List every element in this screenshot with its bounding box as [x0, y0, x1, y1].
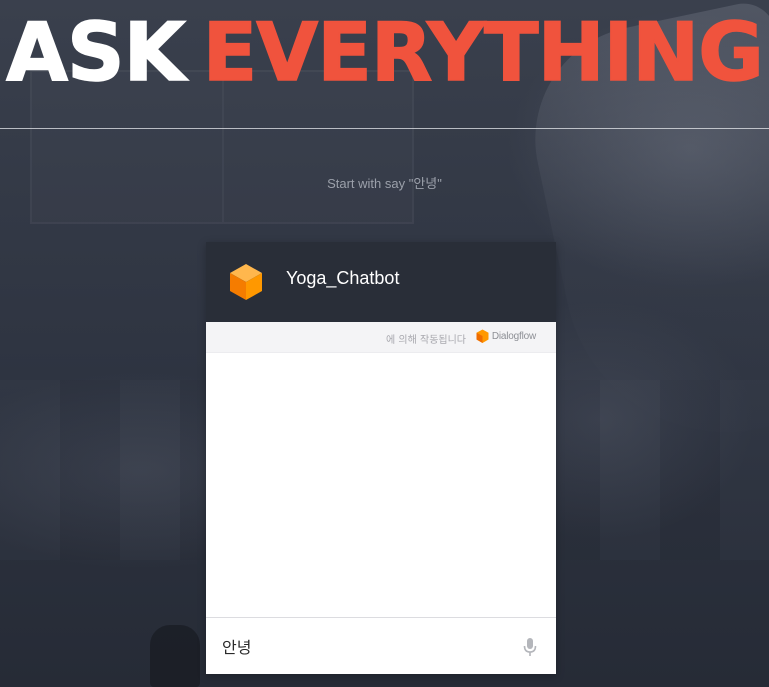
- agent-name: Yoga_Chatbot: [286, 268, 400, 288]
- start-hint: Start with say "안녕": [327, 176, 442, 191]
- powered-by-bar: 에 의해 작동됩니다 Dialogflow: [206, 322, 556, 353]
- powered-by-text: 에 의해 작동됩니다: [386, 335, 466, 346]
- message-input[interactable]: [222, 632, 502, 660]
- chat-input-bar: [206, 617, 556, 674]
- chatbot-header: Yoga_Chatbot: [206, 242, 556, 322]
- dialogflow-brand-name: Dialogflow: [491, 331, 536, 342]
- chatbot-widget: Yoga_Chatbot 에 의해 작동됩니다 Dialogflow: [206, 242, 556, 674]
- hero-title-everything: EVERYTHING: [202, 6, 765, 99]
- hero-title: ASK EVERYTHING: [0, 6, 769, 99]
- microphone-icon[interactable]: [522, 637, 538, 657]
- dialogflow-logo-icon: [476, 329, 489, 343]
- hero-title-ask: ASK: [5, 6, 186, 99]
- dialogflow-cube-icon: [230, 264, 262, 300]
- background-hand: [150, 625, 200, 687]
- dialogflow-brand-link[interactable]: Dialogflow: [476, 329, 536, 344]
- message-list[interactable]: [206, 353, 556, 617]
- hero-divider: [0, 128, 769, 129]
